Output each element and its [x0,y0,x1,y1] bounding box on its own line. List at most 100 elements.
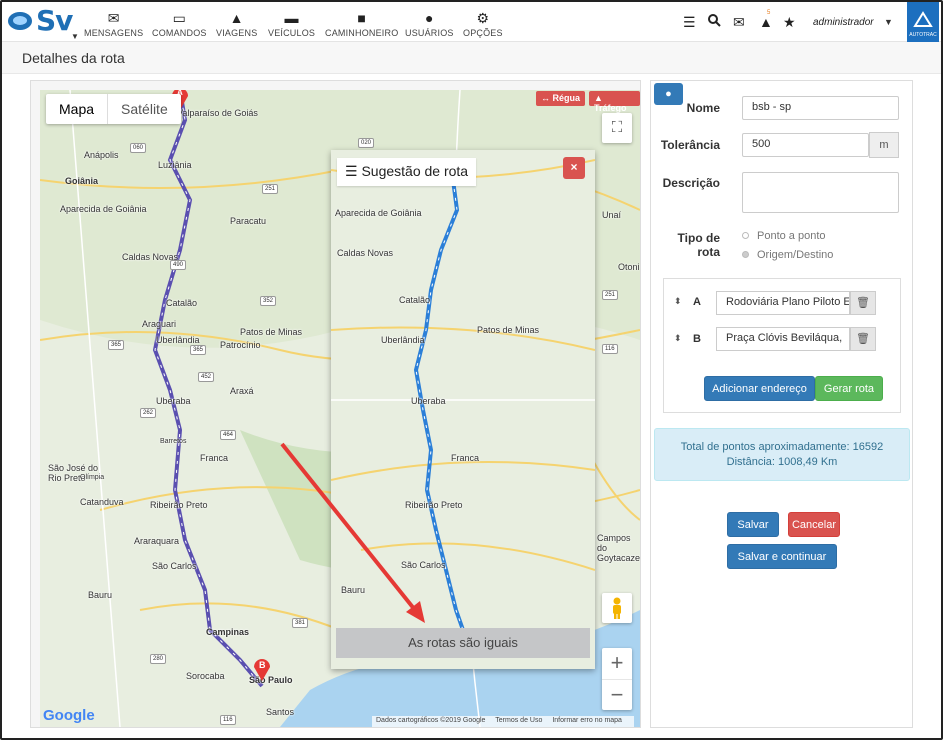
cogs-icon: ⚙ [476,10,490,26]
descricao-label: Descrição [662,176,720,190]
map-place: São Carlos [152,561,197,571]
nav-mensagens[interactable]: ✉ MENSAGENS [84,10,143,38]
marker-b-label: B [259,660,266,670]
nav-viagens[interactable]: ▲ VIAGENS [216,10,257,38]
logo-icon [8,12,32,30]
traffic-icon: ▲ [594,93,603,103]
map-type-control: Mapa Satélite [46,94,181,124]
page-title: Detalhes da rota [22,50,125,66]
ruler-button[interactable]: ↔ Régua [536,91,586,106]
google-logo: Google [43,707,95,724]
tolerancia-input[interactable]: 500 [742,133,869,157]
highway-shield: 251 [262,184,279,194]
pegman-icon[interactable] [602,593,632,623]
car-icon: ▬ [284,10,299,26]
highway-shield: 464 [220,430,237,440]
mail-icon[interactable]: ✉ [733,14,745,31]
cancel-button[interactable]: Cancelar [788,512,840,537]
suggestion-map-place: Uberaba [411,396,446,406]
chevron-down-icon[interactable]: ▼ [884,17,893,27]
tolerancia-unit: m [869,132,899,158]
map-place: Patrocínio [220,340,261,350]
suggestion-map-place: Ribeirão Preto [405,500,463,510]
save-button[interactable]: Salvar [727,512,779,537]
zoom-in-button[interactable]: + [602,648,632,679]
save-continue-button[interactable]: Salvar e continuar [727,544,837,569]
generate-route-button[interactable]: Gerar rota [815,376,883,401]
tolerancia-label: Tolerância [660,138,720,152]
nav-veiculos[interactable]: ▬ VEÍCULOS [268,10,315,38]
add-address-button[interactable]: Adicionar endereço [704,376,815,401]
nome-label: Nome [686,101,720,115]
app-logo[interactable]: Sv ▼ [6,4,79,41]
ruler-icon: ↔ [541,93,553,103]
terms-link[interactable]: Termos de Uso [495,717,542,724]
map-place: Olímpia [80,474,105,481]
radio-label: Origem/Destino [757,249,834,261]
radio-ponto-a-ponto[interactable]: Ponto a ponto [742,230,826,242]
route-info-alert: Total de pontos aproximadamente: 16592 D… [654,428,910,481]
report-error-link[interactable]: Informar erro no mapa [552,717,622,724]
map-place: Araraquara [134,536,180,546]
map-place: Otoni [618,262,640,272]
suggestion-map-place: Aparecida de Goiânia [335,208,422,218]
nav-comandos[interactable]: ▭ COMANDOS [152,10,207,38]
tipo-rota-label: Tipo de rota [677,231,720,259]
map-place: Aparecida de Goiânia [60,204,147,214]
notification-badge: 5 [767,10,771,16]
zoom-control: + − [602,648,632,710]
nome-input[interactable]: bsb - sp [742,96,899,120]
sort-handle-icon[interactable]: ⬍ [674,333,682,344]
map-place: Araxá [230,386,254,396]
address-input-a[interactable]: Rodoviária Plano Piloto E [716,291,850,315]
total-points-text: Total de pontos aproximadamente: 16592 [680,441,884,453]
highway-shield: 060 [130,143,147,153]
user-menu[interactable]: administrador [813,17,874,28]
map-place: Ribeirão Preto [150,500,208,510]
highway-shield: 490 [170,260,187,270]
suggestion-map[interactable] [331,150,595,669]
envelope-icon: ✉ [107,10,120,26]
zoom-out-button[interactable]: − [602,679,632,710]
map-type-mapa[interactable]: Mapa [46,94,109,124]
radio-origem-destino[interactable]: Origem/Destino [742,249,833,261]
title-bar [2,42,941,74]
radio-circle-icon [742,232,749,239]
trash-icon[interactable]: 🗑 [850,327,876,351]
traffic-button[interactable]: ▲ Tráfego [589,91,640,113]
fullscreen-icon[interactable]: ⛶ [602,113,632,143]
user-icon: ● [424,10,434,26]
descricao-textarea[interactable] [742,172,899,213]
list-icon[interactable]: ☰ [683,14,696,31]
nav-opcoes[interactable]: ⚙ OPÇÕES [463,10,503,38]
sort-handle-icon[interactable]: ⬍ [674,296,682,307]
suggestion-map-place: Franca [451,453,480,463]
map-place: Catalão [166,298,198,308]
address-input-b[interactable]: Praça Clóvis Beviláqua, [716,327,850,351]
star-icon[interactable]: ★ [783,14,796,31]
map-place: Uberlândia [156,335,200,345]
search-icon[interactable] [708,14,721,30]
route-map[interactable]: Anápolis Goiânia Aparecida de Goiânia Lu… [40,90,640,727]
brand-icon [913,11,933,27]
routes-equal-message: As rotas são iguais [336,628,590,658]
nav-label: VIAGENS [216,28,258,38]
nav-label: MENSAGENS [84,28,144,38]
address-letter: A [693,296,701,308]
map-type-satelite[interactable]: Satélite [108,94,181,124]
trash-icon[interactable]: 🗑 [850,291,876,315]
truck-icon: ■ [357,10,367,26]
traffic-label: Tráfego [594,103,627,113]
address-list: ⬍ A Rodoviária Plano Piloto E 🗑 ⬍ B Praç… [663,278,901,413]
radio-circle-icon [742,251,749,258]
close-button[interactable]: × [563,157,585,179]
nav-caminhoneiro[interactable]: ■ CAMINHONEIRO [325,10,398,38]
nav-usuarios[interactable]: ● USUÁRIOS [405,10,454,38]
highway-shield: 251 [602,290,619,300]
ruler-label: Régua [552,93,581,103]
map-place: Bauru [88,590,113,600]
highway-shield: 452 [198,372,215,382]
map-place: Barretos [160,438,187,445]
map-place: Catanduva [80,497,124,507]
alert-icon[interactable]: ▲ 5 [759,10,773,30]
